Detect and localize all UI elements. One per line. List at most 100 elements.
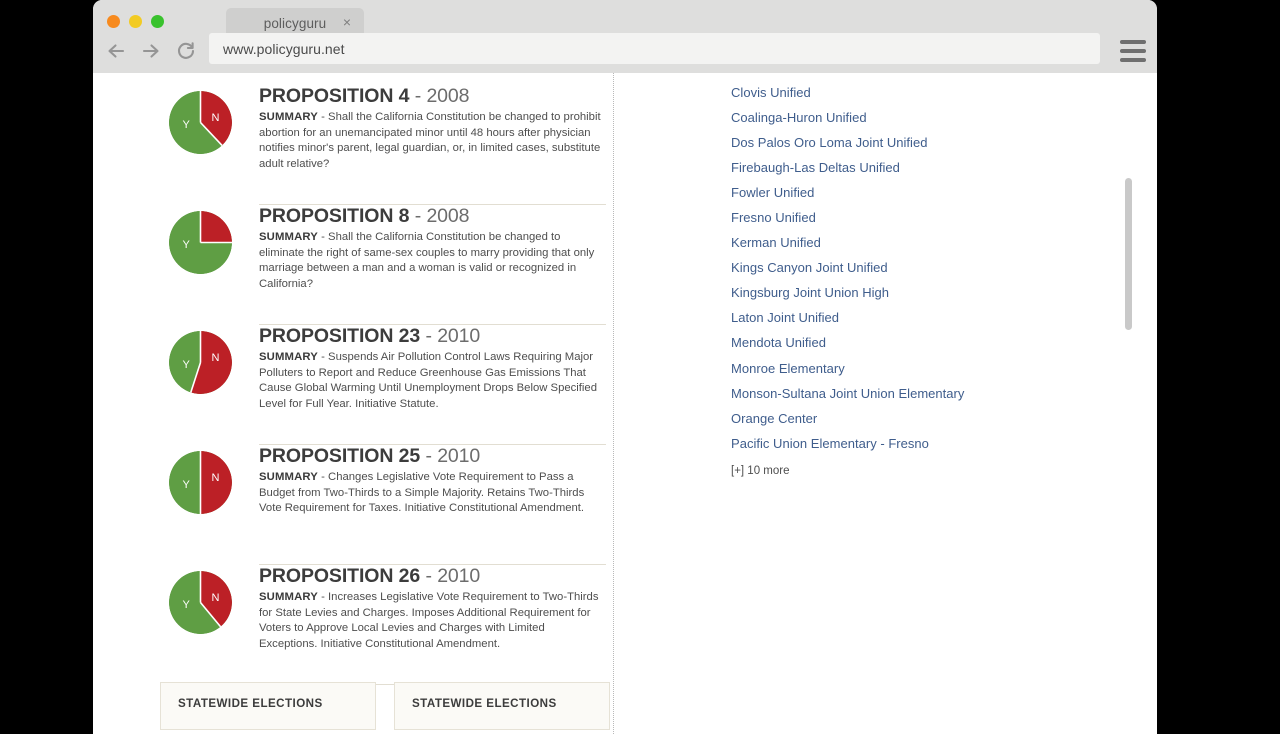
- hamburger-bar: [1120, 58, 1146, 62]
- hamburger-bar: [1120, 40, 1146, 44]
- reload-icon[interactable]: [175, 40, 197, 62]
- proposition-summary: SUMMARY - Changes Legislative Vote Requi…: [259, 470, 603, 516]
- content-columns: Y N PROPOSITION 4 - 2008 SUMMARY - Shall th…: [93, 73, 1157, 734]
- vote-pie-chart: YN: [160, 565, 240, 634]
- proposition-title-dash: -: [420, 445, 438, 467]
- district-link[interactable]: Fresno Unified: [731, 205, 1157, 230]
- proposition-name: PROPOSITION 23: [259, 325, 421, 347]
- proposition-title: PROPOSITION 23 - 2010: [259, 325, 603, 347]
- page-content: Y N PROPOSITION 4 - 2008 SUMMARY - Shall th…: [93, 73, 1157, 734]
- summary-dash: -: [318, 111, 329, 124]
- pie-graphic: YN: [168, 91, 232, 154]
- browser-chrome: policyguru × www.policyguru.net: [93, 0, 1157, 73]
- url-text: www.policyguru.net: [223, 40, 345, 57]
- district-link[interactable]: Kingsburg Joint Union High: [731, 280, 1157, 305]
- proposition-title-dash: -: [420, 325, 438, 347]
- forward-arrow-icon[interactable]: [140, 40, 162, 62]
- proposition-item[interactable]: Y N PROPOSITION 26 - 2010 SUMMARY - Increas…: [160, 565, 613, 685]
- proposition-title: PROPOSITION 25 - 2010: [259, 445, 603, 467]
- maximize-window-button[interactable]: [151, 15, 164, 28]
- proposition-item[interactable]: Y PROPOSITION 8 - 2008 SUMMARY - Shall the…: [160, 205, 613, 325]
- pie-graphic: Y: [168, 211, 232, 274]
- summary-label: SUMMARY: [259, 591, 318, 604]
- district-link[interactable]: Mendota Unified: [731, 330, 1157, 355]
- show-more-districts-link[interactable]: [+] 10 more: [731, 459, 1157, 483]
- pie-graphic: YN: [168, 331, 232, 394]
- tab-title: policyguru: [263, 15, 327, 31]
- proposition-name: PROPOSITION 8: [259, 205, 410, 227]
- proposition-summary: SUMMARY - Shall the California Constitut…: [259, 230, 603, 292]
- proposition-item[interactable]: Y N PROPOSITION 4 - 2008 SUMMARY - Shall th…: [160, 85, 613, 205]
- summary-label: SUMMARY: [259, 111, 318, 124]
- proposition-summary: SUMMARY - Increases Legislative Vote Req…: [259, 590, 603, 652]
- back-arrow-icon[interactable]: [105, 40, 127, 62]
- proposition-summary: SUMMARY - Suspends Air Pollution Control…: [259, 350, 603, 412]
- hamburger-menu-icon[interactable]: [1116, 38, 1150, 64]
- districts-list: Clovis Unified Coalinga-Huron Unified Dos …: [614, 73, 1157, 734]
- card-title: STATEWIDE ELECTIONS: [412, 697, 557, 710]
- proposition-year: 2008: [426, 85, 470, 107]
- summary-dash: -: [318, 351, 329, 364]
- proposition-year: 2010: [437, 445, 481, 467]
- district-link[interactable]: Kerman Unified: [731, 230, 1157, 255]
- proposition-item[interactable]: Y N PROPOSITION 25 - 2010 SUMMARY - Changes…: [160, 445, 613, 565]
- summary-label: SUMMARY: [259, 351, 318, 364]
- window-controls: [107, 15, 164, 28]
- statewide-elections-card[interactable]: STATEWIDE ELECTIONS: [394, 682, 610, 730]
- proposition-body: PROPOSITION 25 - 2010 SUMMARY - Changes L…: [240, 445, 613, 517]
- district-link[interactable]: Orange Center: [731, 406, 1157, 431]
- proposition-year: 2010: [437, 565, 481, 587]
- address-bar[interactable]: www.policyguru.net: [209, 33, 1100, 64]
- proposition-title-dash: -: [420, 565, 438, 587]
- screen: policyguru × www.policyguru.net Y N PROP…: [0, 0, 1280, 734]
- tab-close-icon[interactable]: ×: [343, 14, 351, 30]
- district-link[interactable]: Coalinga-Huron Unified: [731, 105, 1157, 130]
- bottom-cards: STATEWIDE ELECTIONS STATEWIDE ELECTIONS: [160, 682, 610, 730]
- district-link[interactable]: Monroe Elementary: [731, 356, 1157, 381]
- proposition-body: PROPOSITION 23 - 2010 SUMMARY - Suspends …: [240, 325, 613, 412]
- pie-graphic: YN: [168, 451, 232, 514]
- proposition-title-dash: -: [409, 205, 427, 227]
- hamburger-bar: [1120, 49, 1146, 53]
- proposition-body: PROPOSITION 4 - 2008 SUMMARY - Shall the …: [240, 85, 613, 172]
- proposition-name: PROPOSITION 4: [259, 85, 410, 107]
- vote-pie-chart: YN: [160, 325, 240, 394]
- district-link[interactable]: Kings Canyon Joint Unified: [731, 255, 1157, 280]
- summary-dash: -: [318, 471, 329, 484]
- district-link[interactable]: Clovis Unified: [731, 80, 1157, 105]
- proposition-year: 2010: [437, 325, 481, 347]
- propositions-list: Y N PROPOSITION 4 - 2008 SUMMARY - Shall th…: [93, 73, 613, 734]
- card-title: STATEWIDE ELECTIONS: [178, 697, 323, 710]
- vote-pie-chart: YN: [160, 445, 240, 514]
- proposition-name: PROPOSITION 26: [259, 565, 421, 587]
- summary-label: SUMMARY: [259, 231, 318, 244]
- proposition-title: PROPOSITION 8 - 2008: [259, 205, 603, 227]
- browser-window: policyguru × www.policyguru.net Y N PROP…: [93, 0, 1157, 734]
- vote-pie-chart: YN: [160, 85, 240, 154]
- district-link[interactable]: Pacific Union Elementary - Fresno: [731, 431, 1157, 456]
- proposition-year: 2008: [426, 205, 470, 227]
- summary-dash: -: [318, 591, 329, 604]
- summary-dash: -: [318, 231, 329, 244]
- proposition-name: PROPOSITION 25: [259, 445, 421, 467]
- proposition-item[interactable]: Y N PROPOSITION 23 - 2010 SUMMARY - Suspend…: [160, 325, 613, 445]
- district-link[interactable]: Fowler Unified: [731, 180, 1157, 205]
- page-scrollbar-thumb[interactable]: [1125, 178, 1132, 330]
- minimize-window-button[interactable]: [129, 15, 142, 28]
- close-window-button[interactable]: [107, 15, 120, 28]
- summary-label: SUMMARY: [259, 471, 318, 484]
- district-link[interactable]: Monson-Sultana Joint Union Elementary: [731, 381, 1157, 406]
- district-link[interactable]: Laton Joint Unified: [731, 305, 1157, 330]
- proposition-title: PROPOSITION 26 - 2010: [259, 565, 603, 587]
- statewide-elections-card[interactable]: STATEWIDE ELECTIONS: [160, 682, 376, 730]
- district-link[interactable]: Firebaugh-Las Deltas Unified: [731, 155, 1157, 180]
- pie-graphic: YN: [168, 571, 232, 634]
- vote-pie-chart: Y: [160, 205, 240, 274]
- proposition-title-dash: -: [409, 85, 427, 107]
- district-link[interactable]: Dos Palos Oro Loma Joint Unified: [731, 130, 1157, 155]
- proposition-summary: SUMMARY - Shall the California Constitut…: [259, 110, 603, 172]
- proposition-body: PROPOSITION 26 - 2010 SUMMARY - Increases…: [240, 565, 613, 652]
- proposition-body: PROPOSITION 8 - 2008 SUMMARY - Shall the …: [240, 205, 613, 292]
- navigation-controls: [105, 40, 197, 62]
- proposition-title: PROPOSITION 4 - 2008: [259, 85, 603, 107]
